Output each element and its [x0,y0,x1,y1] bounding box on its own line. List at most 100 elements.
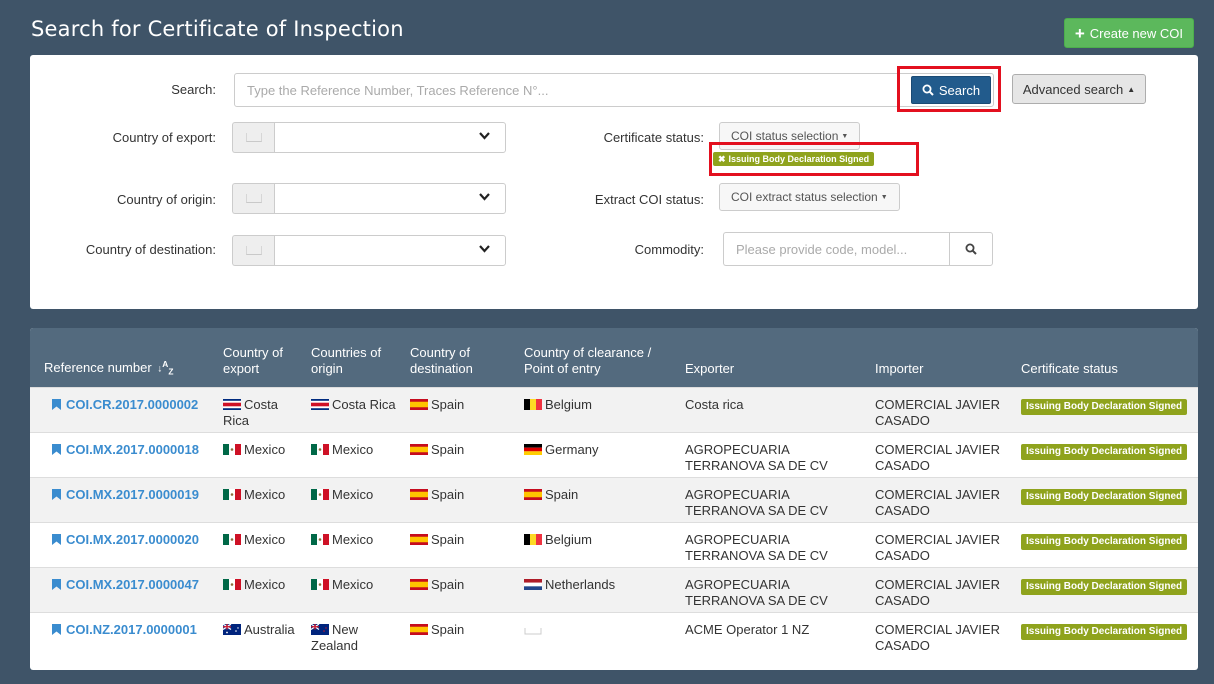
destination-cell: Spain [404,431,518,477]
extract-status-dropdown[interactable]: COI extract status selection ▼ [719,183,900,211]
exporter-cell: AGROPECUARIA TERRANOVA SA DE CV [679,476,869,522]
destination-cell: Spain [404,521,518,567]
results-table: Reference number ↓AZ Country of export C… [30,328,1198,670]
table-row[interactable]: COI.MX.2017.0000047 Mexico Mexico Spain … [30,566,1198,612]
export-cell: Mexico [217,476,305,522]
country-origin-select[interactable] [232,183,506,214]
highlight-box-status [709,142,919,176]
column-header-reference[interactable]: Reference number ↓AZ [30,328,217,387]
origin-cell: Mexico [305,521,404,567]
origin-cell: Mexico [305,566,404,612]
export-cell: Mexico [217,431,305,477]
spain-flag-icon [410,622,431,637]
chevron-down-icon [478,190,491,206]
column-header-origin: Countries of origin [305,328,404,387]
country-destination-label: Country of destination: [85,242,216,257]
reference-link[interactable]: COI.MX.2017.0000047 [52,577,211,593]
status-cell: Issuing Body Declaration Signed [1015,521,1198,567]
country-destination-select[interactable] [232,235,506,266]
highlight-box-search [897,66,1001,112]
table-row[interactable]: COI.NZ.2017.0000001 Australia New Zealan… [30,611,1198,657]
mexico-flag-icon [311,442,332,457]
exporter-cell: ACME Operator 1 NZ [679,611,869,657]
advanced-search-button[interactable]: Advanced search ▲ [1012,74,1146,104]
belgium-flag-icon [524,532,545,547]
exporter-cell: AGROPECUARIA TERRANOVA SA DE CV [679,566,869,612]
create-new-coi-button[interactable]: + Create new COI [1063,18,1194,48]
mexico-flag-icon [223,487,244,502]
reference-link[interactable]: COI.MX.2017.0000019 [52,487,211,503]
clearance-cell: Netherlands [518,566,679,612]
table-row[interactable]: COI.CR.2017.0000002 Costa Rica Costa Ric… [30,386,1198,432]
table-header-row: Reference number ↓AZ Country of export C… [30,328,1198,387]
destination-cell: Spain [404,566,518,612]
bookmark-icon [52,488,61,500]
clearance-cell: Spain [518,476,679,522]
exporter-cell: AGROPECUARIA TERRANOVA SA DE CV [679,431,869,477]
status-badge: Issuing Body Declaration Signed [1021,578,1188,595]
export-cell: Mexico [217,521,305,567]
commodity-search-button[interactable] [949,232,993,266]
search-icon [965,243,977,255]
spain-flag-icon [410,532,431,547]
plus-icon: + [1074,23,1085,43]
commodity-label: Commodity: [634,242,704,257]
flag-placeholder-icon [232,122,274,153]
table-row[interactable]: COI.MX.2017.0000019 Mexico Mexico Spain … [30,476,1198,522]
column-header-export: Country of export [217,328,305,387]
mexico-flag-icon [223,577,244,592]
status-cell: Issuing Body Declaration Signed [1015,566,1198,612]
clearance-cell [518,611,679,657]
destination-cell: Spain [404,386,518,432]
costa-rica-flag-icon [311,397,332,412]
caret-down-icon: ▼ [841,132,849,140]
germany-flag-icon [524,442,545,457]
origin-cell: Mexico [305,431,404,477]
bookmark-icon [52,578,61,590]
importer-cell: COMERCIAL JAVIER CASADO [869,386,1015,432]
search-input[interactable] [234,73,994,107]
status-badge: Issuing Body Declaration Signed [1021,398,1188,415]
reference-link[interactable]: COI.MX.2017.0000020 [52,532,211,548]
mexico-flag-icon [311,532,332,547]
clearance-cell: Belgium [518,386,679,432]
importer-cell: COMERCIAL JAVIER CASADO [869,566,1015,612]
certificate-status-label: Certificate status: [603,130,704,145]
caret-down-icon: ▼ [880,193,888,201]
caret-up-icon: ▲ [1127,84,1136,94]
status-cell: Issuing Body Declaration Signed [1015,476,1198,522]
exporter-cell: AGROPECUARIA TERRANOVA SA DE CV [679,521,869,567]
advanced-search-label: Advanced search [1022,81,1124,97]
extract-status-label: Extract COI status: [594,192,704,207]
status-cell: Issuing Body Declaration Signed [1015,611,1198,657]
origin-cell: Costa Rica [305,386,404,432]
reference-link[interactable]: COI.NZ.2017.0000001 [52,622,211,638]
search-panel: Search: Search Advanced search ▲ Country… [30,55,1198,309]
sort-alpha-icon[interactable]: ↓AZ [157,360,173,376]
origin-cell: New Zealand [305,611,404,657]
spain-flag-icon [410,442,431,457]
spain-flag-icon [410,577,431,592]
table-row[interactable]: COI.MX.2017.0000020 Mexico Mexico Spain … [30,521,1198,567]
importer-cell: COMERCIAL JAVIER CASADO [869,521,1015,567]
country-export-label: Country of export: [112,130,216,145]
mexico-flag-icon [223,532,244,547]
status-badge: Issuing Body Declaration Signed [1021,533,1188,550]
bookmark-icon [52,398,61,410]
status-badge: Issuing Body Declaration Signed [1021,488,1188,505]
reference-link[interactable]: COI.CR.2017.0000002 [52,397,211,413]
destination-cell: Spain [404,476,518,522]
table-row[interactable]: COI.MX.2017.0000018 Mexico Mexico Spain … [30,431,1198,477]
importer-cell: COMERCIAL JAVIER CASADO [869,431,1015,477]
column-header-clearance: Country of clearance / Point of entry [518,328,679,387]
commodity-input[interactable] [723,232,949,266]
mexico-flag-icon [311,487,332,502]
flag-placeholder-icon [232,235,274,266]
belgium-flag-icon [524,397,545,412]
none-flag-icon [524,622,545,637]
reference-link[interactable]: COI.MX.2017.0000018 [52,442,211,458]
country-origin-label: Country of origin: [117,192,216,207]
export-cell: Mexico [217,566,305,612]
country-export-select[interactable] [232,122,506,153]
spain-flag-icon [410,397,431,412]
